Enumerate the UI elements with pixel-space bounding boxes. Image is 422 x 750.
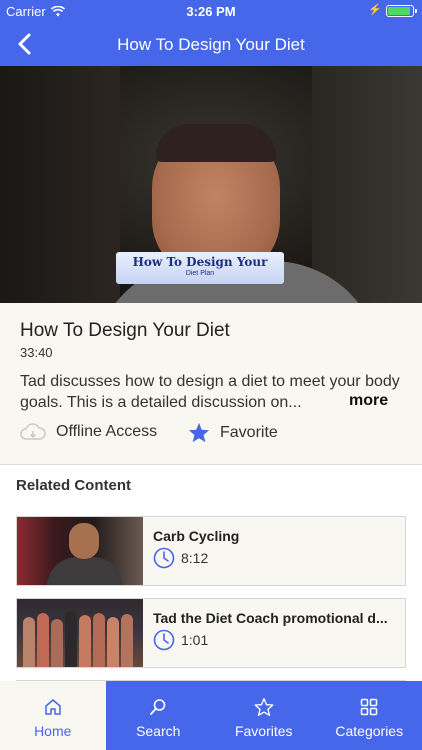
battery-icon — [386, 5, 417, 17]
nav-title: How To Design Your Diet — [117, 35, 305, 54]
thumbnail-figure — [37, 613, 49, 667]
related-thumbnail — [17, 599, 143, 667]
battery-level — [388, 7, 410, 15]
thumbnail-figure — [121, 614, 133, 667]
video-description: Tad discusses how to design a diet to me… — [20, 373, 400, 411]
offline-access-button[interactable]: Offline Access — [20, 422, 157, 442]
clock-icon — [153, 629, 175, 651]
thumbnail-figure-body — [47, 557, 123, 585]
tab-categories-label: Categories — [335, 723, 404, 739]
video-caption-title: How To Design Your — [132, 255, 268, 269]
nav-bar: How To Design Your Diet — [0, 22, 422, 66]
related-item-duration: 8:12 — [153, 547, 208, 569]
related-item[interactable]: Carb Cycling 8:12 — [16, 516, 406, 586]
related-item-duration: 1:01 — [153, 629, 208, 651]
video-duration: 33:40 — [20, 345, 53, 360]
status-bar: Carrier 3:26 PM ⚡ — [0, 0, 422, 22]
search-icon — [150, 699, 166, 715]
thumbnail-figure-face — [69, 523, 99, 559]
thumbnail-figure — [65, 611, 77, 667]
tab-bar: Home Search Favorites Categories — [0, 681, 422, 750]
star-icon — [188, 422, 210, 443]
favorite-label: Favorite — [220, 423, 278, 441]
tab-favorites[interactable]: Favorites — [211, 681, 317, 750]
tab-search[interactable]: Search — [106, 681, 212, 750]
related-item-duration-label: 8:12 — [181, 550, 209, 566]
video-background-left — [0, 66, 120, 303]
tab-categories[interactable]: Categories — [317, 681, 422, 750]
related-item-duration-label: 1:01 — [181, 632, 209, 648]
favorite-button[interactable]: Favorite — [188, 422, 278, 443]
video-title: How To Design Your Diet — [20, 320, 230, 341]
star-icon — [254, 698, 274, 716]
tab-home-label: Home — [34, 723, 72, 739]
more-link[interactable]: more — [349, 392, 388, 410]
tab-search-label: Search — [136, 723, 181, 739]
thumbnail-figure — [93, 613, 105, 667]
cloud-download-icon — [20, 423, 46, 440]
related-item-title: Tad the Diet Coach promotional d... — [153, 610, 388, 626]
related-content-heading: Related Content — [16, 477, 132, 494]
tab-favorites-label: Favorites — [234, 723, 293, 739]
thumbnail-figure — [79, 615, 91, 667]
video-caption: How To Design Your Diet Plan — [116, 252, 284, 284]
charging-icon: ⚡ — [368, 4, 382, 16]
video-player[interactable]: How To Design Your Diet Plan — [0, 66, 422, 303]
thumbnail-figure — [107, 617, 119, 667]
tab-home[interactable]: Home — [0, 681, 106, 750]
related-thumbnail — [17, 517, 143, 585]
home-icon — [45, 699, 61, 715]
offline-access-label: Offline Access — [56, 423, 158, 440]
video-details: How To Design Your Diet 33:40 Tad discus… — [0, 303, 422, 465]
video-background-right — [312, 66, 422, 303]
thumbnail-figure — [51, 619, 63, 667]
video-caption-subtitle: Diet Plan — [185, 270, 215, 277]
presenter-hair — [156, 124, 276, 162]
status-time: 3:26 PM — [186, 4, 236, 19]
related-item-title: Carb Cycling — [153, 528, 240, 544]
clock-icon — [153, 547, 175, 569]
thumbnail-figure — [23, 617, 35, 667]
related-item[interactable]: Tad the Diet Coach promotional d... 1:01 — [16, 598, 406, 668]
grid-icon — [361, 698, 378, 716]
